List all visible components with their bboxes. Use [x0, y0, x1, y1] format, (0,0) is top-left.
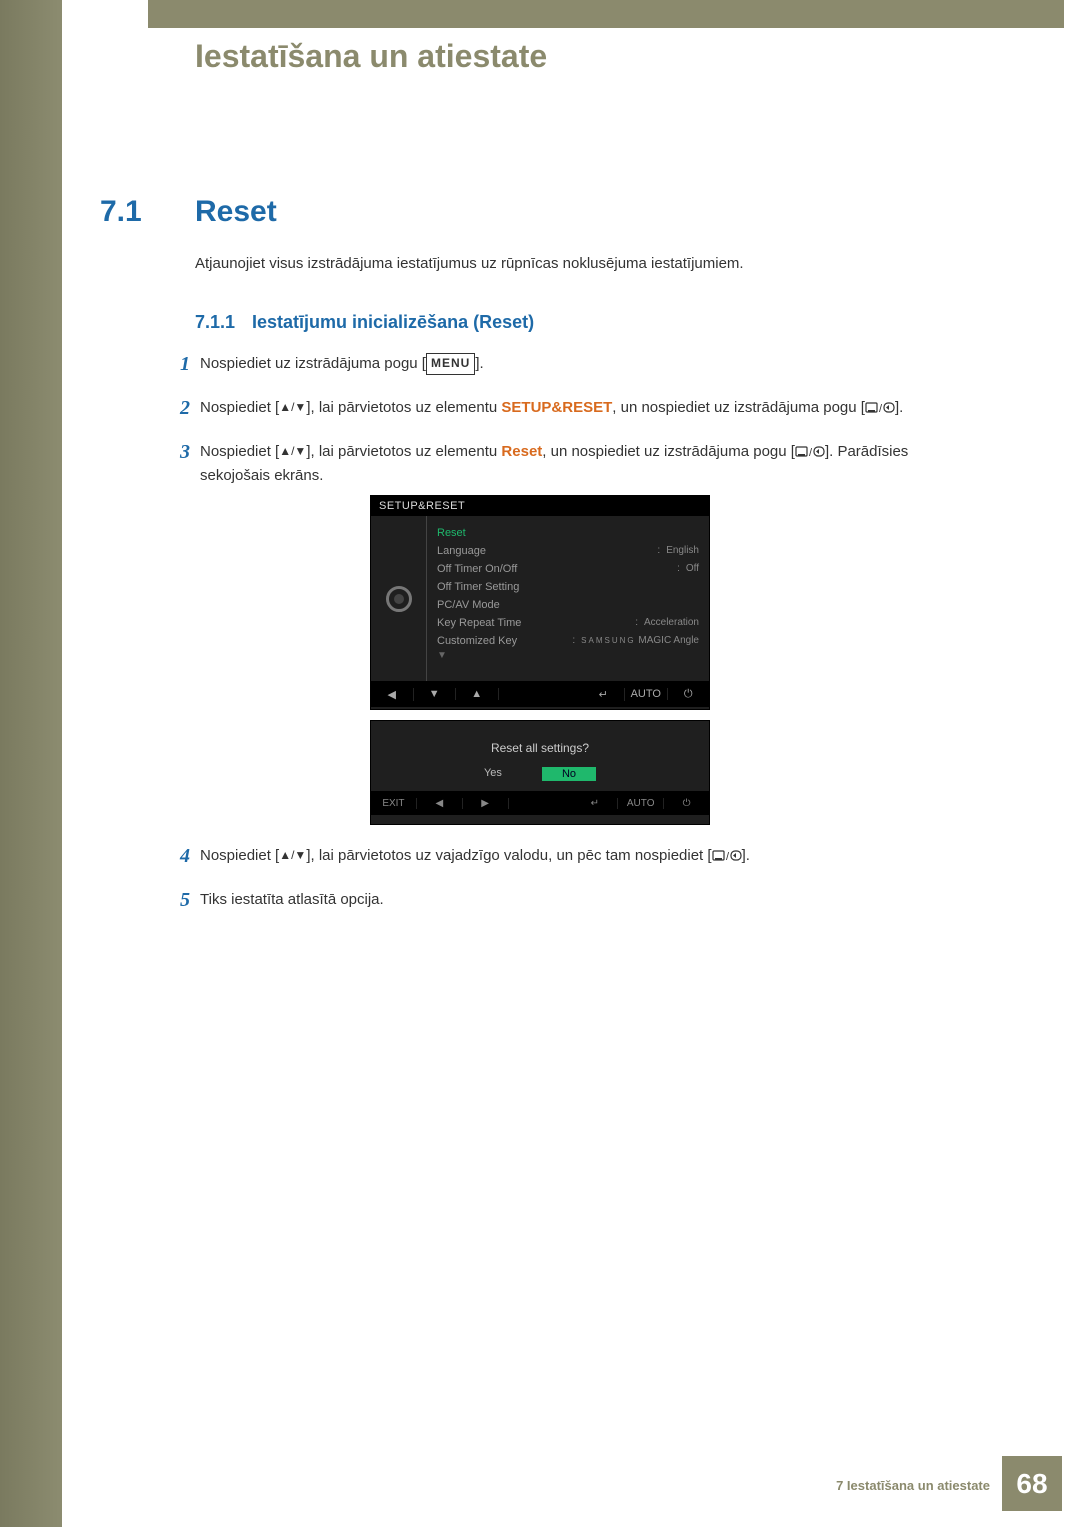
highlight: SETUP&RESET — [501, 399, 612, 416]
select-return-icon: / — [712, 846, 742, 865]
subsection-title: Iestatījumu inicializēšana (Reset) — [252, 312, 534, 333]
select-return-icon: / — [865, 398, 895, 417]
menu-row-language: Language:English — [437, 542, 699, 560]
ctrl-enter-icon: ↵ — [583, 688, 626, 701]
ctrl-power-icon: ⏻ — [664, 798, 709, 809]
footer: 7 Iestatīšana un atiestate 68 — [0, 1456, 1080, 1511]
text: ], lai pārvietotos uz vajadzīgo valodu, … — [306, 847, 711, 864]
menu-row-pcav: PC/AV Mode — [437, 596, 699, 614]
highlight: Reset — [501, 443, 542, 460]
osd-menu-panel: SETUP&RESET Reset Language:English Off T… — [370, 495, 710, 710]
steps-list-lower: 4 Nospiediet [▲/▼], lai pārvietotos uz v… — [170, 840, 930, 928]
confirm-buttons: Yes No — [371, 767, 709, 791]
osd-confirm-dialog: Reset all settings? Yes No EXIT ◀ ▶ ↵ AU… — [370, 720, 710, 825]
ctrl-auto: AUTO — [618, 798, 664, 809]
page-number: 68 — [1002, 1456, 1062, 1511]
gear-icon — [386, 586, 412, 612]
updown-icon: ▲/▼ — [279, 846, 306, 865]
value: Acceleration — [644, 617, 699, 628]
section-title: Reset — [195, 195, 277, 229]
select-return-icon: / — [795, 442, 825, 461]
menu-icon: MENU — [426, 353, 475, 374]
osd-control-bar: ◀ ▼ ▲ ↵ AUTO ⏻ — [371, 681, 709, 707]
value: Off — [686, 563, 699, 574]
ctrl-left-icon: ◀ — [371, 688, 414, 701]
step-number: 2 — [170, 392, 200, 424]
step-5: 5 Tiks iestatīta atlasītā opcija. — [170, 884, 930, 916]
menu-row-offtimer-setting: Off Timer Setting — [437, 578, 699, 596]
step-2: 2 Nospiediet [▲/▼], lai pārvietotos uz e… — [170, 392, 930, 424]
text: Nospiediet [ — [200, 847, 279, 864]
svg-text:/: / — [809, 447, 813, 459]
svg-text:/: / — [726, 851, 730, 863]
osd-title: SETUP&RESET — [371, 496, 709, 516]
text: Nospiediet [ — [200, 399, 279, 416]
svg-text:/: / — [879, 403, 883, 415]
text: ]. — [475, 355, 483, 372]
label: Off Timer Setting — [437, 581, 519, 593]
text: ]. — [742, 847, 750, 864]
chapter-title: Iestatīšana un atiestate — [195, 38, 547, 75]
ctrl-exit: EXIT — [371, 798, 417, 809]
menu-row-offtimer-onoff: Off Timer On/Off:Off — [437, 560, 699, 578]
osd-control-bar: EXIT ◀ ▶ ↵ AUTO ⏻ — [371, 791, 709, 815]
step-text: Tiks iestatīta atlasītā opcija. — [200, 884, 930, 916]
section-number: 7.1 — [100, 195, 142, 229]
text: Nospiediet uz izstrādājuma pogu [ — [200, 355, 426, 372]
step-number: 1 — [170, 348, 200, 380]
step-number: 3 — [170, 436, 200, 488]
menu-row-customkey: Customized Key:SAMSUNG MAGIC Angle — [437, 632, 699, 650]
value: MAGIC Angle — [638, 635, 699, 646]
updown-icon: ▲/▼ — [279, 398, 306, 417]
label: Language — [437, 545, 486, 557]
intro-text: Atjaunojiet visus izstrādājuma iestatīju… — [195, 255, 744, 272]
text: Nospiediet [ — [200, 443, 279, 460]
updown-icon: ▲/▼ — [279, 442, 306, 461]
chevron-down-icon: ▼ — [437, 650, 699, 661]
label: Off Timer On/Off — [437, 563, 517, 575]
step-text: Nospiediet [▲/▼], lai pārvietotos uz ele… — [200, 436, 930, 488]
ctrl-left-icon: ◀ — [417, 798, 463, 809]
yes-button: Yes — [484, 767, 502, 781]
step-1: 1 Nospiediet uz izstrādājuma pogu [MENU]… — [170, 348, 930, 380]
ctrl-power-icon: ⏻ — [668, 688, 710, 701]
text: ], lai pārvietotos uz elementu — [306, 399, 501, 416]
label: Customized Key — [437, 635, 517, 647]
ctrl-down-icon: ▼ — [414, 688, 457, 700]
confirm-message: Reset all settings? — [371, 721, 709, 767]
left-stripe — [0, 0, 62, 1527]
step-text: Nospiediet uz izstrādājuma pogu [MENU]. — [200, 348, 930, 380]
value: English — [666, 545, 699, 556]
top-bar — [74, 0, 1064, 28]
menu-row-reset: Reset — [437, 524, 699, 542]
step-4: 4 Nospiediet [▲/▼], lai pārvietotos uz v… — [170, 840, 930, 872]
text: ], lai pārvietotos uz elementu — [306, 443, 501, 460]
ctrl-auto: AUTO — [625, 688, 668, 700]
brand: SAMSUNG — [581, 636, 635, 645]
osd-menu-list: Reset Language:English Off Timer On/Off:… — [426, 516, 709, 681]
step-text: Nospiediet [▲/▼], lai pārvietotos uz vaj… — [200, 840, 930, 872]
ctrl-up-icon: ▲ — [456, 688, 499, 700]
text: , un nospiediet uz izstrādājuma pogu [ — [612, 399, 865, 416]
osd-left-column — [371, 516, 426, 681]
step-3: 3 Nospiediet [▲/▼], lai pārvietotos uz e… — [170, 436, 930, 488]
step-number: 4 — [170, 840, 200, 872]
text: ]. — [895, 399, 903, 416]
no-button: No — [542, 767, 596, 781]
ctrl-enter-icon: ↵ — [572, 798, 618, 809]
tab-notch — [74, 0, 148, 46]
label: Reset — [437, 527, 466, 539]
menu-row-keyrepeat: Key Repeat Time:Acceleration — [437, 614, 699, 632]
footer-chapter-label: 7 Iestatīšana un atiestate — [836, 1478, 990, 1493]
label: PC/AV Mode — [437, 599, 500, 611]
label: Key Repeat Time — [437, 617, 521, 629]
subsection-number: 7.1.1 — [195, 312, 235, 333]
step-number: 5 — [170, 884, 200, 916]
steps-list: 1 Nospiediet uz izstrādājuma pogu [MENU]… — [170, 348, 930, 500]
ctrl-right-icon: ▶ — [463, 798, 509, 809]
text: , un nospiediet uz izstrādājuma pogu [ — [542, 443, 795, 460]
step-text: Nospiediet [▲/▼], lai pārvietotos uz ele… — [200, 392, 930, 424]
